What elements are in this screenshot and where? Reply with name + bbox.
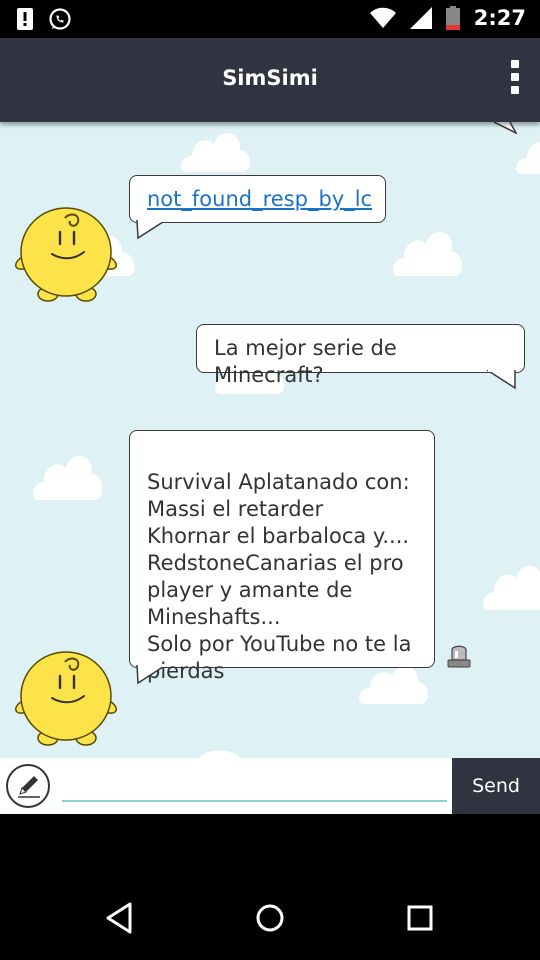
status-time: 2:27 <box>473 6 526 30</box>
whatsapp-icon <box>49 8 71 30</box>
message-input[interactable] <box>62 764 447 802</box>
pencil-icon <box>18 776 40 798</box>
bubble-tail <box>136 220 167 240</box>
home-icon[interactable] <box>250 898 290 938</box>
bubble-tail-fragment <box>494 122 518 134</box>
edit-icon[interactable] <box>6 764 50 808</box>
simsimi-message-text: Survival Aplatanado con: Massi el retard… <box>147 470 412 683</box>
cloud-decoration <box>200 750 240 758</box>
send-button[interactable]: Send <box>452 758 540 814</box>
cloud-decoration <box>393 232 463 276</box>
user-message-text: La mejor serie de Minecraft? <box>214 336 397 387</box>
cloud-decoration <box>483 565 540 610</box>
simsimi-avatar <box>14 207 118 302</box>
user-message-bubble: La mejor serie de Minecraft? <box>196 324 525 390</box>
message-input-bar: Send <box>0 758 540 814</box>
bubble-tail <box>136 665 167 685</box>
cloud-decoration <box>33 455 103 500</box>
wifi-icon <box>369 7 396 28</box>
cloud-decoration <box>359 666 429 704</box>
app-title: SimSimi <box>222 66 318 90</box>
status-bar: 2:27 <box>0 0 540 38</box>
bubble-tail <box>486 370 516 390</box>
keyboard-gap <box>0 814 540 874</box>
app-bar: SimSimi <box>0 38 540 122</box>
simsimi-avatar <box>14 651 118 746</box>
message-link[interactable]: not_found_resp_by_lc <box>147 187 372 211</box>
alert-icon <box>17 8 33 30</box>
battery-icon <box>445 6 460 30</box>
back-icon[interactable] <box>100 898 140 938</box>
simsimi-message-bubble: Survival Aplatanado con: Massi el retard… <box>129 430 435 685</box>
signal-icon <box>409 7 432 29</box>
chat-area[interactable]: not_found_resp_by_lc La mejor serie de M… <box>0 122 540 758</box>
recents-icon[interactable] <box>400 898 440 938</box>
cloud-decoration <box>516 142 540 174</box>
navigation-bar <box>0 874 540 960</box>
overflow-menu-icon[interactable] <box>508 60 522 100</box>
report-icon[interactable] <box>446 644 472 668</box>
simsimi-message-bubble: not_found_resp_by_lc <box>129 175 386 240</box>
cloud-decoration <box>181 133 251 172</box>
